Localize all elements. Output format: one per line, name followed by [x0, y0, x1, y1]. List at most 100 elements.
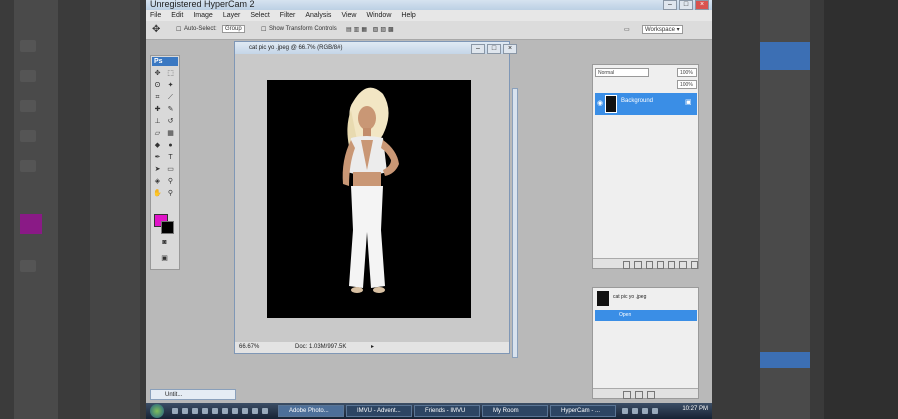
screen-mode-icon[interactable]: ▣ [159, 254, 170, 263]
trash-icon[interactable] [690, 261, 698, 269]
crop-tool-icon[interactable]: ⌗ [152, 93, 163, 102]
quick-launch-icon[interactable] [222, 408, 228, 414]
blend-mode-dropdown[interactable]: Normal [595, 68, 649, 77]
snapshot-thumbnail [597, 291, 609, 306]
document-title[interactable]: cat pic yo .jpeg @ 66.7% (RGB/8#) [235, 42, 509, 54]
snapshot-icon[interactable] [635, 391, 643, 399]
quick-launch-icon[interactable] [192, 408, 198, 414]
zoom-tool-icon[interactable]: ⚲ [165, 189, 176, 198]
maximize-button[interactable]: □ [679, 0, 693, 10]
marquee-tool-icon[interactable]: ⬚ [165, 69, 176, 78]
status-menu-arrow-icon[interactable]: ▸ [371, 342, 374, 353]
magic-wand-tool-icon[interactable]: ✦ [165, 81, 176, 90]
layer-mask-icon[interactable] [645, 261, 653, 269]
doc-close-button[interactable]: × [503, 44, 517, 54]
taskbar-item-my-room[interactable]: My Room [482, 405, 548, 417]
doc-maximize-button[interactable]: □ [487, 44, 501, 54]
lasso-tool-icon[interactable]: ʘ [152, 81, 163, 90]
quick-launch-icon[interactable] [242, 408, 248, 414]
new-layer-icon[interactable] [679, 261, 687, 269]
fill-field[interactable]: 100% [677, 80, 697, 89]
type-tool-icon[interactable]: T [165, 153, 176, 162]
screen-mode-icon[interactable]: ▭ [624, 26, 630, 33]
dodge-tool-icon[interactable]: ● [165, 141, 176, 150]
menu-image[interactable]: Image [193, 10, 212, 21]
photoshop-logo: Ps [152, 57, 178, 66]
taskbar-item-imvu-adventures[interactable]: IMVU - Advent... [346, 405, 412, 417]
transform-controls-label: Show Transform Controls [269, 26, 337, 32]
opacity-field[interactable]: 100% [677, 68, 697, 77]
transform-controls-checkbox[interactable]: ☐ [261, 26, 266, 33]
pen-tool-icon[interactable]: ✒ [152, 153, 163, 162]
background-color-swatch[interactable] [161, 221, 174, 234]
minimized-document[interactable]: Untit... [150, 389, 236, 400]
align-icons[interactable]: ▤▥▦ ▧▨▩ [346, 26, 396, 33]
taskbar-item-hypercam[interactable]: HyperCam - ... [550, 405, 616, 417]
link-layers-icon[interactable] [623, 261, 631, 269]
healing-brush-icon[interactable]: ✚ [152, 105, 163, 114]
menu-filter[interactable]: Filter [280, 10, 296, 21]
move-tool-icon[interactable]: ✥ [152, 24, 160, 35]
layer-name: Background [621, 98, 654, 104]
menu-select[interactable]: Select [250, 10, 269, 21]
snapshot-name[interactable]: cat pic yo .jpeg [613, 294, 646, 300]
workspace-button[interactable]: Workspace ▾ [642, 25, 683, 34]
new-group-icon[interactable] [668, 261, 676, 269]
layer-row[interactable]: ◉ Background ▣ [595, 93, 697, 115]
blurred-edge [824, 0, 898, 419]
tray-icon[interactable] [642, 408, 648, 414]
menu-layer[interactable]: Layer [223, 10, 241, 21]
blur-tool-icon[interactable]: ◆ [152, 141, 163, 150]
history-step-open[interactable]: Open [595, 310, 697, 321]
quick-launch-icon[interactable] [202, 408, 208, 414]
document-canvas[interactable] [267, 80, 471, 318]
quick-mask-icon[interactable]: ◙ [159, 238, 170, 247]
move-tool-icon[interactable]: ✥ [152, 69, 163, 78]
quick-launch-icon[interactable] [172, 408, 178, 414]
eye-icon[interactable]: ◉ [597, 99, 603, 107]
layer-thumbnail [605, 95, 617, 113]
quick-launch-icon[interactable] [232, 408, 238, 414]
hand-tool-icon[interactable]: ✋ [152, 189, 163, 198]
adjustment-layer-icon[interactable] [656, 261, 665, 269]
blurred-tool [20, 130, 36, 142]
close-button[interactable]: × [695, 0, 709, 10]
layer-style-icon[interactable] [634, 261, 642, 269]
auto-select-checkbox[interactable]: ☐ [176, 26, 181, 33]
quick-launch-icon[interactable] [262, 408, 268, 414]
document-window[interactable]: cat pic yo .jpeg @ 66.7% (RGB/8#) – □ × [234, 41, 517, 354]
tray-icon[interactable] [632, 408, 638, 414]
menu-window[interactable]: Window [366, 10, 391, 21]
eraser-tool-icon[interactable]: ▱ [152, 129, 163, 138]
menu-file[interactable]: File [150, 10, 161, 21]
brush-tool-icon[interactable]: ✎ [165, 105, 176, 114]
taskbar-item-friends[interactable]: Friends - IMVU [414, 405, 480, 417]
shape-tool-icon[interactable]: ▭ [165, 165, 176, 174]
slice-tool-icon[interactable]: ⟋ [165, 93, 176, 102]
minimize-button[interactable]: – [663, 0, 677, 10]
taskbar-item-photoshop[interactable]: Adobe Photo... [278, 405, 344, 417]
eyedropper-tool-icon[interactable]: ⚲ [165, 177, 176, 186]
quick-launch-icon[interactable] [182, 408, 188, 414]
quick-launch-icon[interactable] [252, 408, 258, 414]
start-button[interactable] [150, 404, 164, 418]
menu-analysis[interactable]: Analysis [305, 10, 331, 21]
doc-minimize-button[interactable]: – [471, 44, 485, 54]
trash-icon[interactable] [647, 391, 655, 399]
clone-stamp-icon[interactable]: ⊥ [152, 117, 163, 126]
quick-launch-icon[interactable] [212, 408, 218, 414]
tray-icon[interactable] [652, 408, 658, 414]
3d-tool-icon[interactable]: ◈ [152, 177, 163, 186]
toolbox: Ps ✥ ⬚ ʘ ✦ ⌗ ⟋ ✚ ✎ ⊥ ↺ ▱ ▦ ◆ ● ✒ T ➤ ▭ ◈… [150, 55, 180, 270]
new-document-icon[interactable] [623, 391, 631, 399]
zoom-level[interactable]: 66.67% [239, 342, 259, 353]
tray-icon[interactable] [622, 408, 628, 414]
auto-select-dropdown[interactable]: Group [222, 25, 245, 33]
path-select-icon[interactable]: ➤ [152, 165, 163, 174]
blurred-tool [20, 70, 36, 82]
menu-view[interactable]: View [341, 10, 356, 21]
history-brush-icon[interactable]: ↺ [165, 117, 176, 126]
menu-help[interactable]: Help [401, 10, 415, 21]
gradient-tool-icon[interactable]: ▦ [165, 129, 176, 138]
menu-edit[interactable]: Edit [171, 10, 183, 21]
